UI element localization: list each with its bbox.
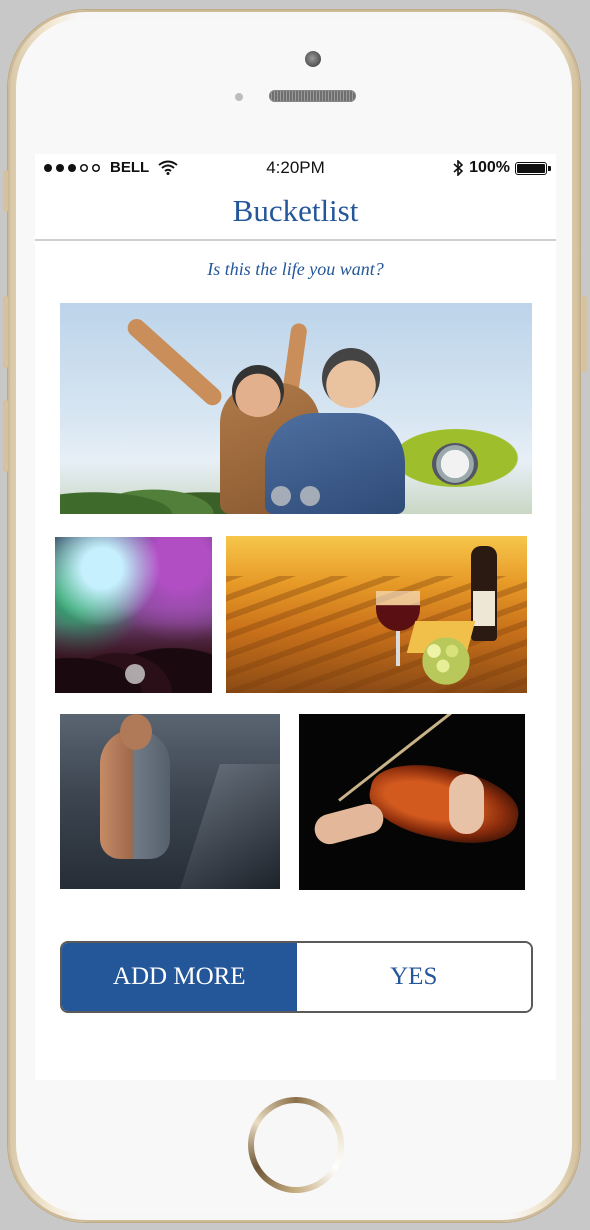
front-camera <box>305 51 321 67</box>
violin-body-shape <box>363 754 525 854</box>
battery-percent: 100% <box>469 159 510 176</box>
battery-icon <box>515 161 551 175</box>
hand-shape <box>311 800 387 848</box>
page-title: Bucketlist <box>232 193 359 228</box>
raised-arm-shape <box>123 315 226 409</box>
power-button <box>582 296 587 372</box>
runner-image[interactable] <box>60 714 280 889</box>
woman-head-shape <box>232 365 284 417</box>
prompt-text: Is this the life you want? <box>207 259 384 279</box>
earpiece-speaker <box>269 90 356 102</box>
proximity-sensor <box>235 93 243 101</box>
bottle-label-shape <box>473 591 495 626</box>
home-button[interactable] <box>248 1097 344 1193</box>
app-screen: BELL 4:20PM 100% Bucketlist Is this the … <box>35 154 556 1080</box>
treadmill-shape <box>180 764 280 889</box>
hand-shape <box>449 774 484 834</box>
yes-button[interactable]: YES <box>296 943 531 1011</box>
concert-image[interactable] <box>55 537 212 693</box>
navigation-bar: Bucketlist <box>35 182 556 241</box>
carousel-pager[interactable] <box>271 486 320 506</box>
pager-dot[interactable] <box>125 664 145 684</box>
pager-dot[interactable] <box>271 486 291 506</box>
bluetooth-icon <box>453 160 464 176</box>
status-bar: BELL 4:20PM 100% <box>35 154 556 182</box>
volume-up-button <box>3 296 8 368</box>
glass-stem-shape <box>396 631 400 666</box>
action-segmented-control: ADD MORE YES <box>60 941 533 1013</box>
battery-fill <box>517 163 545 173</box>
runner-head-shape <box>120 714 152 750</box>
pager-dot[interactable] <box>300 486 320 506</box>
grapes-shape <box>416 636 476 686</box>
mute-switch <box>3 170 8 212</box>
vineyard-image[interactable] <box>226 536 527 693</box>
add-more-button[interactable]: ADD MORE <box>62 943 297 1011</box>
violin-image[interactable] <box>299 714 525 890</box>
trees-shape <box>60 476 230 514</box>
man-head-shape <box>322 348 380 408</box>
scooter-headlight-shape <box>432 443 478 485</box>
volume-down-button <box>3 400 8 472</box>
status-right: 100% <box>452 159 551 177</box>
hero-image[interactable] <box>60 303 532 514</box>
